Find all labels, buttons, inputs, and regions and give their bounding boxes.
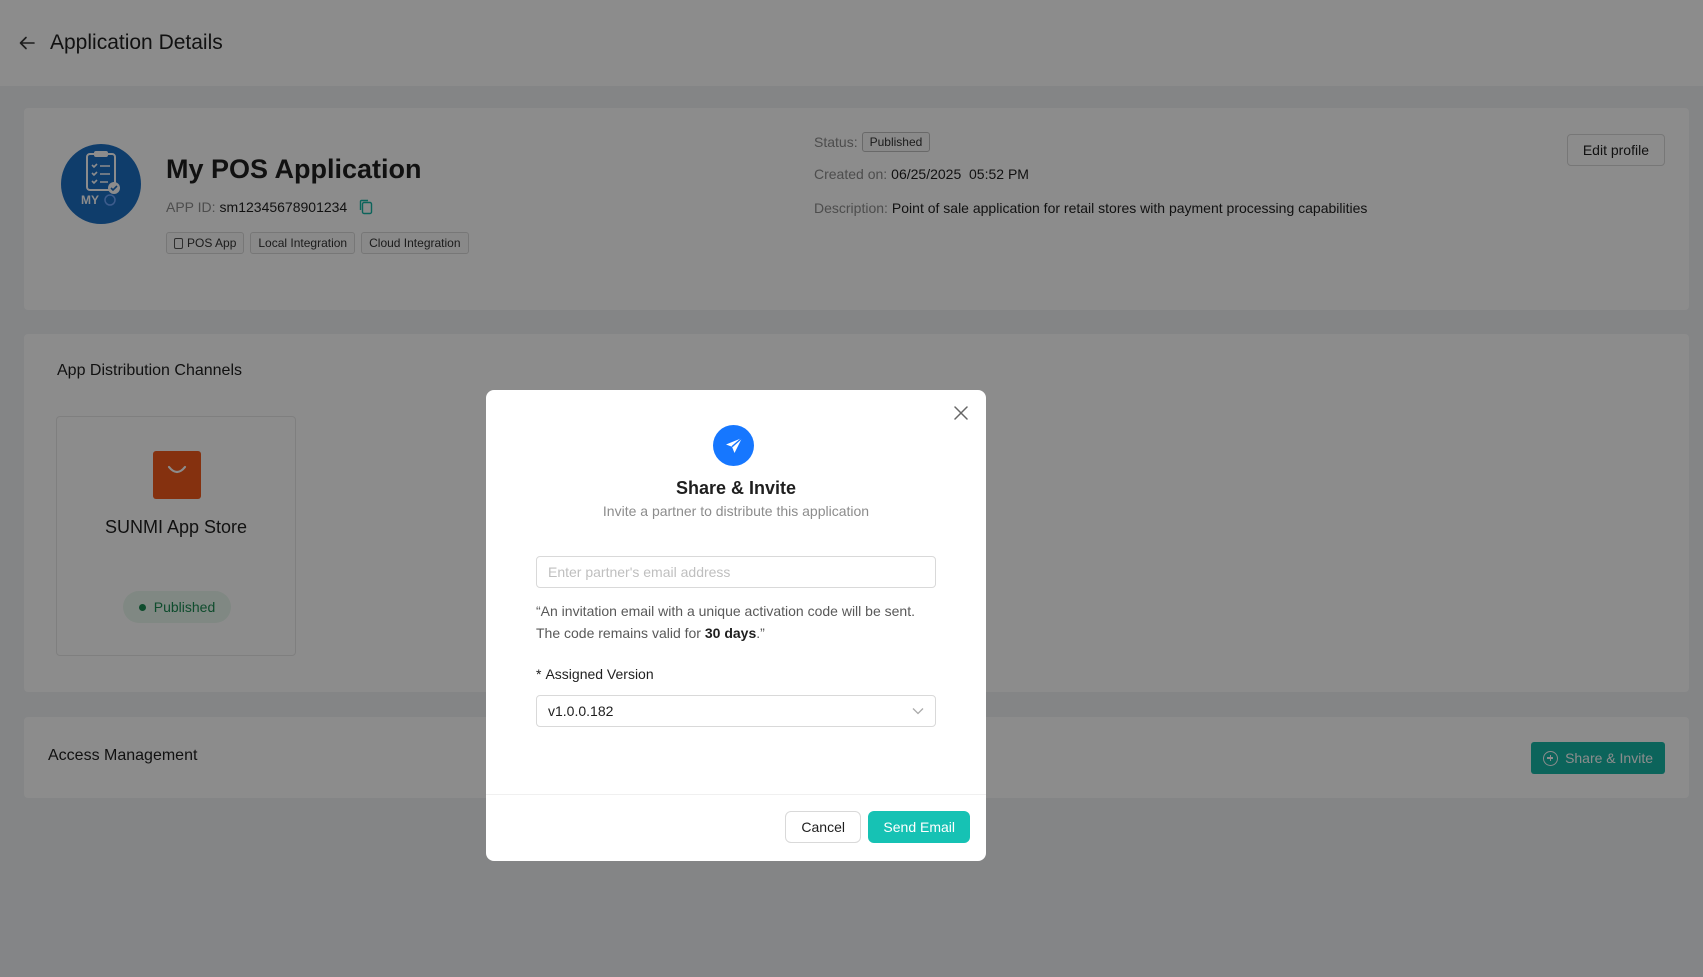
paper-plane-icon	[713, 425, 754, 466]
modal-footer: Cancel Send Email	[486, 794, 986, 861]
note-suffix: .”	[756, 625, 765, 641]
version-select[interactable]: v1.0.0.182	[536, 695, 936, 727]
partner-email-input[interactable]	[536, 556, 936, 588]
version-select-value: v1.0.0.182	[548, 703, 614, 719]
share-invite-modal: Share & Invite Invite a partner to distr…	[486, 390, 986, 861]
assigned-version-label-text: Assigned Version	[545, 666, 654, 682]
note-line-2-prefix: The code remains valid for	[536, 625, 705, 641]
modal-title: Share & Invite	[675, 478, 797, 498]
chevron-down-icon	[912, 705, 924, 717]
note-line-1: “An invitation email with a unique activ…	[536, 603, 915, 619]
required-mark: *	[536, 666, 542, 682]
modal-subtitle: Invite a partner to distribute this appl…	[602, 503, 870, 519]
send-email-button[interactable]: Send Email	[868, 811, 970, 843]
cancel-button[interactable]: Cancel	[785, 811, 861, 843]
assigned-version-label: * Assigned Version	[536, 666, 654, 682]
invitation-note: “An invitation email with a unique activ…	[536, 600, 956, 644]
note-validity-days: 30 days	[704, 625, 757, 641]
close-icon[interactable]	[952, 404, 970, 422]
